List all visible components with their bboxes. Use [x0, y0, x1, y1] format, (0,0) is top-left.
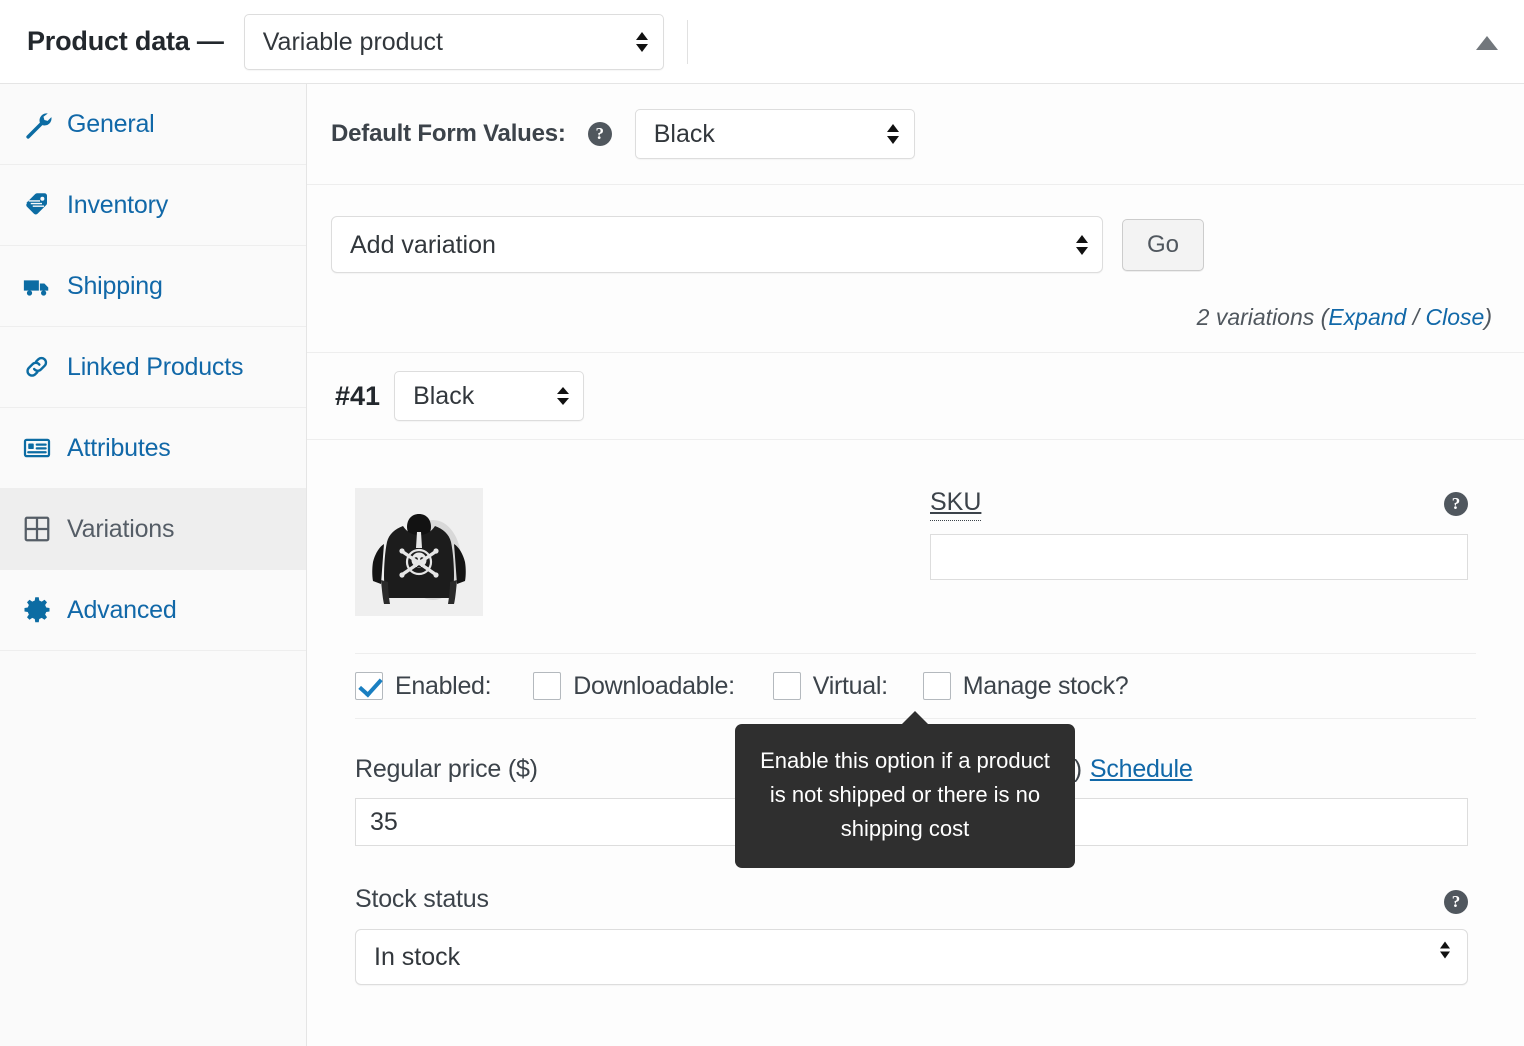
variation-attribute-select[interactable]: Black: [394, 371, 584, 421]
product-type-select-wrapper: Variable product: [244, 14, 664, 70]
default-attribute-select-wrapper: Black: [635, 109, 915, 159]
question-mark-icon[interactable]: ?: [588, 122, 612, 146]
sidebar-item-inventory[interactable]: Inventory: [0, 165, 306, 246]
checkbox-label: Virtual:: [813, 672, 888, 701]
header-divider: [687, 20, 688, 64]
checkbox-unchecked-icon: [923, 672, 951, 700]
variation-top-row: SKU ?: [307, 440, 1524, 616]
sidebar-item-label: Variations: [67, 515, 174, 544]
stock-status-select[interactable]: In stock: [355, 929, 1468, 985]
default-form-values-label: Default Form Values:: [331, 120, 566, 148]
sidebar-item-label: Advanced: [67, 596, 177, 625]
question-mark-icon[interactable]: ?: [1444, 492, 1468, 516]
default-attribute-select[interactable]: Black: [635, 109, 915, 159]
tag-icon: [22, 190, 56, 220]
page-title: Product data —: [27, 26, 224, 57]
sidebar-item-label: Shipping: [67, 272, 163, 301]
triangle-up-icon: [1476, 36, 1498, 50]
product-type-select[interactable]: Variable product: [244, 14, 664, 70]
variation-row: #41 Black: [307, 352, 1524, 985]
virtual-checkbox[interactable]: Virtual:: [773, 672, 888, 701]
variation-header: #41 Black: [307, 353, 1524, 440]
black-hoodie-image: [355, 488, 483, 616]
expand-link[interactable]: Expand: [1328, 304, 1406, 331]
variation-checkbox-row: Enabled: Downloadable: Virtual:: [355, 653, 1476, 719]
checkbox-checked-icon: [355, 672, 383, 700]
sidebar-item-label: Linked Products: [67, 353, 243, 382]
product-data-tabs: General Inventory Shipping Linked Produc…: [0, 84, 307, 1046]
default-form-values-row: Default Form Values: ? Black: [307, 84, 1524, 185]
sku-input[interactable]: [930, 534, 1468, 580]
variations-count-text: 2 variations: [1197, 304, 1315, 331]
stock-status-select-wrapper: In stock: [355, 914, 1468, 985]
variation-attribute-select-wrapper: Black: [394, 371, 584, 421]
sidebar-item-linked-products[interactable]: Linked Products: [0, 327, 306, 408]
paren-open: (: [1321, 304, 1329, 331]
tooltip-text: Enable this option if a product is not s…: [760, 748, 1050, 841]
question-mark-icon[interactable]: ?: [1444, 890, 1468, 914]
sidebar-item-advanced[interactable]: Advanced: [0, 570, 306, 651]
product-data-panel: Product data — Variable product General: [0, 0, 1524, 1046]
checkbox-unchecked-icon: [533, 672, 561, 700]
variations-count-row: 2 variations ( Expand / Close ): [307, 304, 1524, 352]
variation-thumbnail[interactable]: [355, 488, 483, 616]
tooltip: Enable this option if a product is not s…: [735, 724, 1075, 868]
sidebar-item-label: Attributes: [67, 434, 171, 463]
checkbox-label: Manage stock?: [963, 672, 1129, 701]
paren-close: ): [1484, 304, 1492, 331]
enabled-checkbox[interactable]: Enabled:: [355, 672, 491, 701]
close-link[interactable]: Close: [1426, 304, 1485, 331]
add-variation-select[interactable]: Add variation: [331, 216, 1103, 273]
checkbox-unchecked-icon: [773, 672, 801, 700]
manage-stock-checkbox[interactable]: Manage stock?: [923, 672, 1129, 701]
variations-panel: Default Form Values: ? Black Add variati…: [307, 84, 1524, 1046]
sku-label: SKU: [930, 488, 981, 521]
list-icon: [22, 433, 56, 463]
add-variation-row: Add variation Go: [307, 185, 1524, 304]
sku-block: SKU ?: [930, 488, 1468, 580]
panel-header: Product data — Variable product: [0, 0, 1524, 84]
add-variation-select-wrapper: Add variation: [331, 216, 1103, 273]
sidebar-item-attributes[interactable]: Attributes: [0, 408, 306, 489]
sidebar-item-variations[interactable]: Variations: [0, 489, 306, 570]
sidebar-item-general[interactable]: General: [0, 84, 306, 165]
variation-id-label: #41: [335, 381, 380, 412]
checkbox-label: Enabled:: [395, 672, 491, 701]
collapse-panel-toggle[interactable]: [1470, 26, 1504, 60]
checkbox-label: Downloadable:: [573, 672, 735, 701]
grid-icon: [22, 514, 56, 544]
panel-body: General Inventory Shipping Linked Produc…: [0, 84, 1524, 1046]
downloadable-checkbox[interactable]: Downloadable:: [533, 672, 735, 701]
go-button[interactable]: Go: [1122, 219, 1204, 271]
truck-icon: [22, 271, 56, 301]
link-icon: [22, 352, 56, 382]
stock-status-label: Stock status: [355, 885, 1468, 914]
tooltip-arrow-icon: [902, 711, 928, 724]
sidebar-item-label: General: [67, 110, 155, 139]
schedule-link[interactable]: Schedule: [1090, 755, 1193, 783]
gear-icon: [22, 595, 56, 625]
sidebar-item-label: Inventory: [67, 191, 168, 220]
wrench-icon: [22, 109, 56, 139]
sidebar-item-shipping[interactable]: Shipping: [0, 246, 306, 327]
